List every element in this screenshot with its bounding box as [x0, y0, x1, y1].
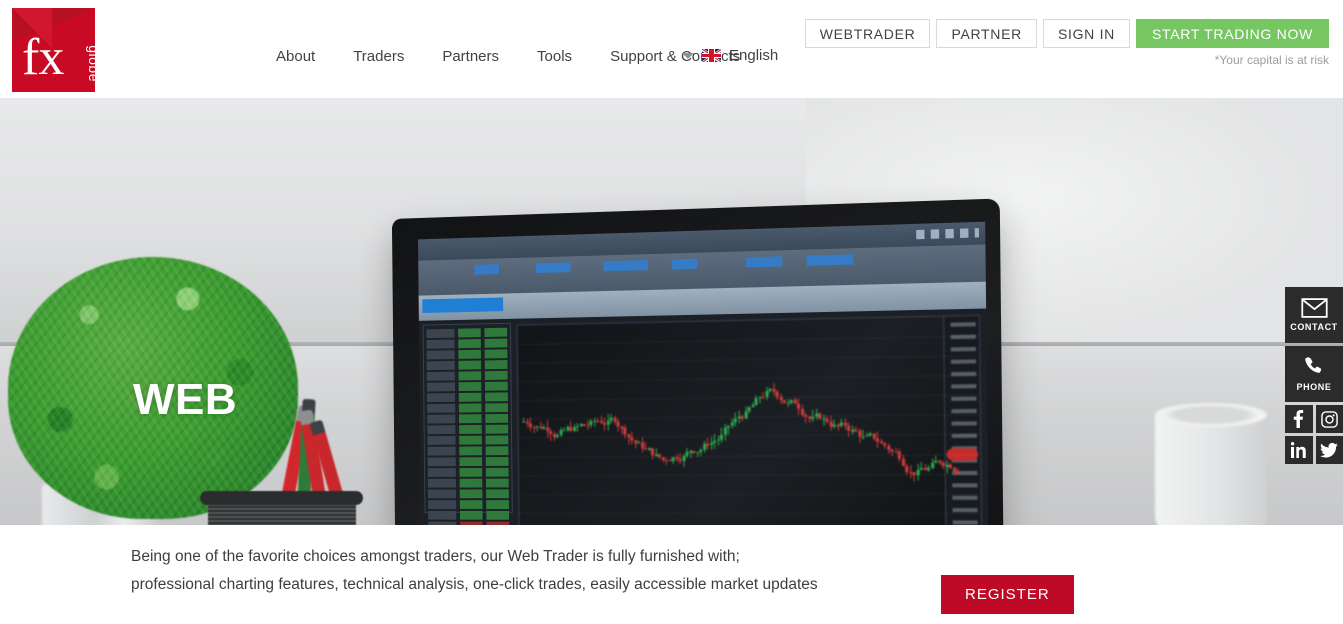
laptop-screen [418, 221, 989, 525]
social-row-2 [1285, 436, 1343, 464]
facebook-icon [1294, 410, 1304, 428]
risk-disclaimer: *Your capital is at risk [1214, 53, 1329, 67]
nav-item-partners[interactable]: Partners [423, 46, 518, 68]
linkedin-link[interactable] [1285, 436, 1313, 464]
platform-watchlist [422, 322, 513, 525]
contact-label: CONTACT [1290, 322, 1338, 332]
phone-button[interactable]: PHONE [1285, 346, 1343, 402]
floating-contact-rail: CONTACT PHONE [1285, 287, 1343, 467]
site-header: fx globe About Traders Partners Tools Su… [0, 0, 1343, 99]
intro-paragraph-line-1: Being one of the favorite choices amongs… [131, 548, 740, 565]
intro-section: Being one of the favorite choices amongs… [0, 525, 1343, 624]
sign-in-button[interactable]: SIGN IN [1042, 19, 1130, 48]
logo-wordmark-fx: fx [22, 29, 64, 86]
uk-flag-icon [702, 49, 721, 62]
social-row-1 [1285, 405, 1343, 433]
envelope-icon [1300, 298, 1328, 318]
facebook-link[interactable] [1285, 405, 1313, 433]
webtrader-button[interactable]: WEBTRADER [804, 19, 931, 48]
nav-item-tools[interactable]: Tools [518, 46, 591, 68]
coffee-mug [1155, 411, 1267, 525]
language-selector[interactable]: English [682, 47, 778, 64]
hero-background-image [0, 99, 1343, 525]
header-action-buttons: WEBTRADER PARTNER SIGN IN START TRADING … [799, 19, 1329, 48]
phone-label: PHONE [1296, 382, 1332, 392]
intro-paragraph-line-2: professional charting features, technica… [131, 576, 818, 593]
nav-item-traders[interactable]: Traders [334, 46, 423, 68]
phone-icon [1305, 357, 1322, 373]
platform-active-tab [422, 297, 504, 313]
start-trading-now-button[interactable]: START TRADING NOW [1136, 19, 1329, 48]
coffee-mug-rim [1155, 403, 1267, 427]
intro-paragraph: Being one of the favorite choices amongs… [131, 543, 891, 599]
chevron-down-icon [682, 52, 694, 59]
hero-banner: WEB [0, 99, 1343, 525]
instagram-link[interactable] [1315, 405, 1343, 433]
laptop [391, 198, 1005, 525]
platform-candlestick-chart [516, 314, 983, 525]
hero-title: WEB [133, 375, 238, 424]
logo-wordmark-globe: globe [86, 45, 95, 82]
pencil-cup-rim [200, 491, 363, 505]
linkedin-icon [1290, 442, 1306, 458]
partner-button[interactable]: PARTNER [936, 19, 1037, 48]
site-logo[interactable]: fx globe [12, 8, 95, 92]
language-label: English [729, 47, 779, 64]
nav-item-about[interactable]: About [270, 46, 334, 68]
twitter-link[interactable] [1315, 436, 1343, 464]
contact-button[interactable]: CONTACT [1285, 287, 1343, 343]
register-button[interactable]: REGISTER [941, 575, 1074, 614]
instagram-icon [1320, 410, 1338, 428]
page-root: fx globe About Traders Partners Tools Su… [0, 0, 1343, 624]
twitter-icon [1320, 442, 1339, 458]
